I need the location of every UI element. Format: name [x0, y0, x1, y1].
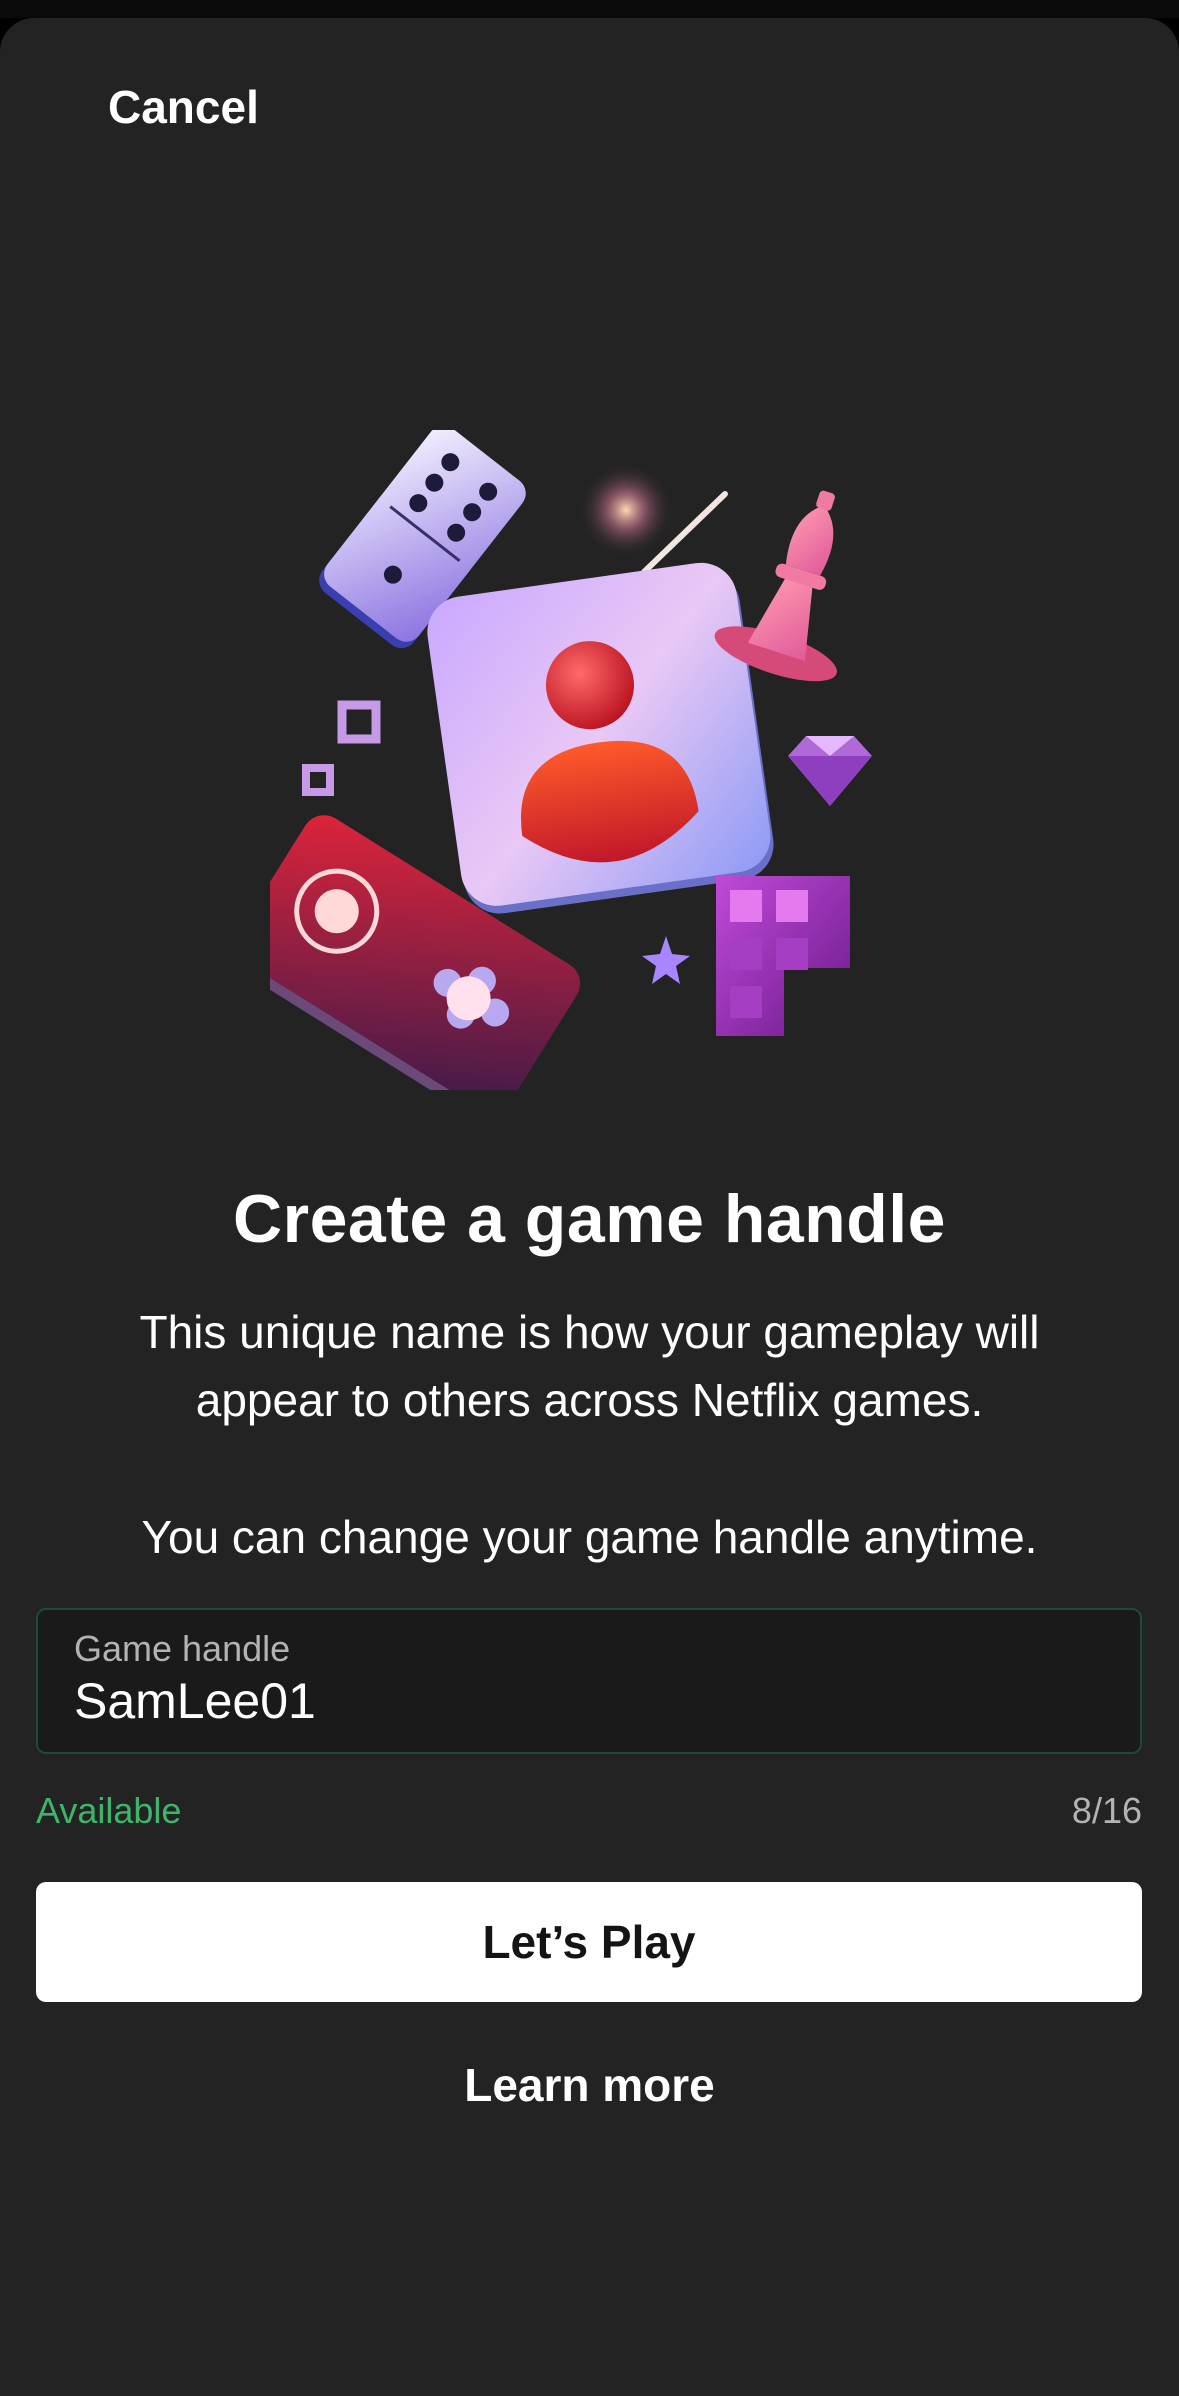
bottom-sheet: Cancel Create a game handle This unique …: [0, 18, 1179, 2396]
description-text: This unique name is how your gameplay wi…: [139, 1306, 1040, 1426]
page-title: Create a game handle: [233, 1181, 946, 1257]
change-note: You can change your game handle anytime.: [141, 1511, 1038, 1563]
status-bar: [0, 0, 1179, 18]
lets-play-button[interactable]: Let’s Play: [36, 1882, 1142, 2002]
game-handle-field[interactable]: Game handle SamLee01: [36, 1608, 1142, 1754]
game-handle-input[interactable]: SamLee01: [74, 1672, 316, 1730]
game-handle-illustration: [270, 430, 872, 1090]
character-counter: 8/16: [1071, 1790, 1142, 1831]
cancel-button[interactable]: Cancel: [108, 80, 259, 134]
game-handle-label: Game handle: [74, 1628, 291, 1669]
learn-more-link[interactable]: Learn more: [0, 2058, 1179, 2112]
availability-status: Available: [36, 1790, 182, 1831]
